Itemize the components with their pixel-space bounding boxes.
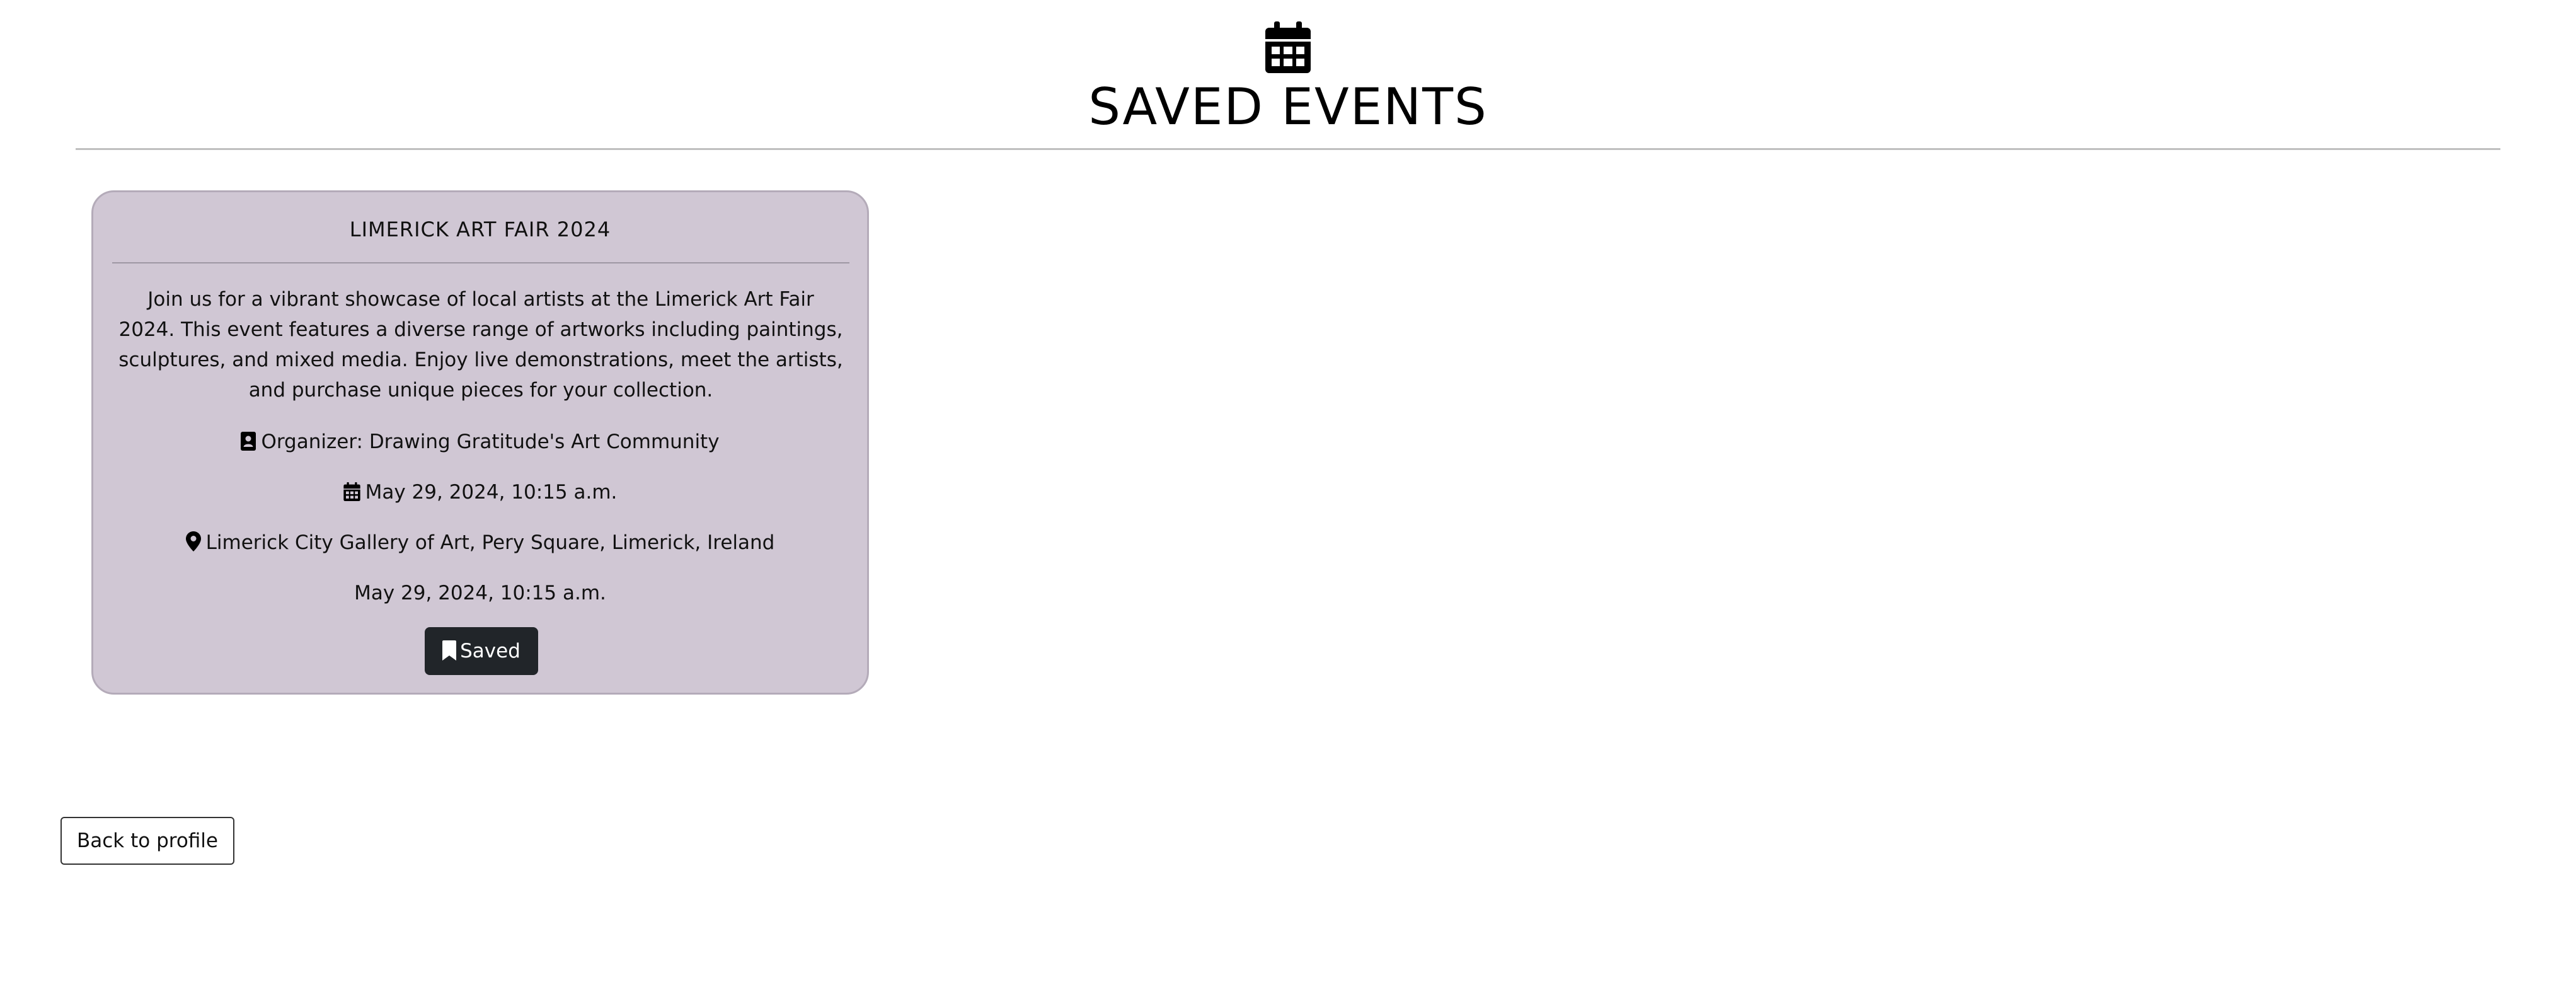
event-title: LIMERICK ART FAIR 2024 [349,217,611,241]
map-pin-icon [185,531,201,552]
event-description: Join us for a vibrant showcase of local … [118,288,843,401]
card-divider [112,262,849,263]
organizer-text: Organizer: Drawing Gratitude's Art Commu… [261,430,720,453]
saved-button-label: Saved [460,640,520,662]
bookmark-icon [442,640,457,661]
saved-button[interactable]: Saved [425,627,538,675]
event-date: May 29, 2024, 10:15 a.m. [93,478,867,507]
date-text: May 29, 2024, 10:15 a.m. [365,481,618,504]
page-title: SAVED EVENTS [1088,78,1488,136]
event-card: LIMERICK ART FAIR 2024 Join us for a vib… [91,190,869,695]
location-text: Limerick City Gallery of Art, Pery Squar… [205,531,775,554]
calendar-icon [1265,21,1311,73]
event-location: Limerick City Gallery of Art, Pery Squar… [93,528,867,557]
event-organizer: Organizer: Drawing Gratitude's Art Commu… [93,427,867,456]
contact-card-icon [241,432,256,451]
saved-events-page: SAVED EVENTS LIMERICK ART FAIR 2024 Join… [0,0,2576,982]
calendar-icon [343,482,360,501]
back-to-profile-button[interactable]: Back to profile [60,817,234,865]
event-date-secondary: May 29, 2024, 10:15 a.m. [354,582,606,604]
title-divider [76,148,2500,150]
